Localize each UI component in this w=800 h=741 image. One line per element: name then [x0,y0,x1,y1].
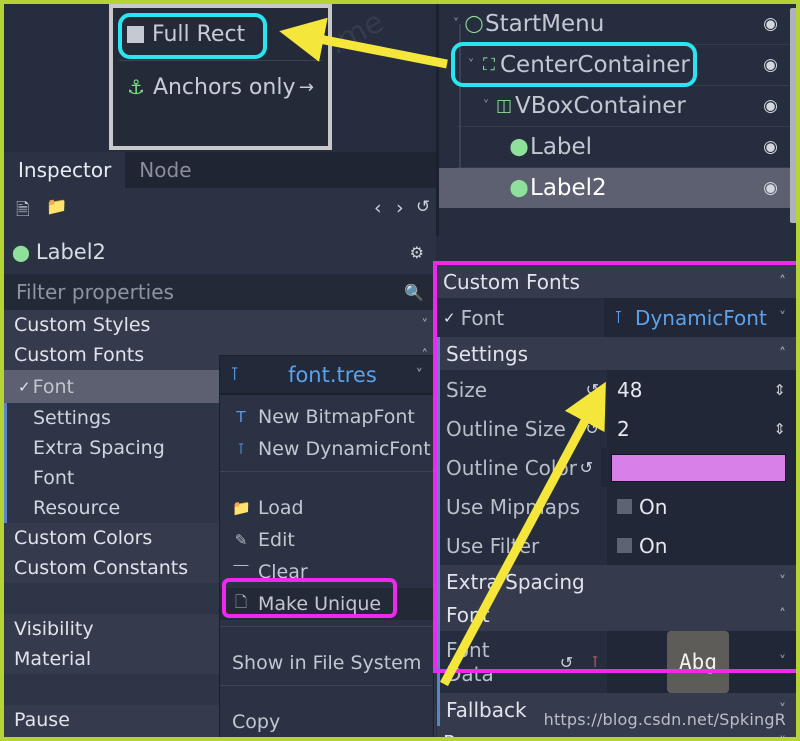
scene-tree-item-label[interactable]: ⬤ Label ◉ [439,127,796,167]
menu-item-new-bitmapfont[interactable]: T New BitmapFont [220,401,433,433]
category-label: Visibility [14,618,94,640]
eye-icon[interactable]: ◉ [763,137,778,157]
inspector-category-custom-styles[interactable]: Custom Styles ˅ [4,310,436,340]
new-resource-icon[interactable]: 🗎 [16,197,30,226]
submenu-arrow-icon: → [298,76,314,98]
viewport-area [4,4,109,152]
scene-tree-panel[interactable]: ˅ ◯ StartMenu ◉ ˅ ⛶ CenterContainer ◉ ˅ … [436,4,796,236]
scene-tree-item-label: Label2 [530,175,607,201]
bitmapfont-icon: T [236,408,246,426]
menu-separator [220,685,433,686]
menu-item-new-dynamicfont[interactable]: ⊺ New DynamicFont [220,433,433,465]
label-icon: ⬤ [509,137,529,157]
eye-icon[interactable]: ◉ [763,55,778,75]
scene-tree-item-label2[interactable]: ⬤ Label2 ◉ [439,168,796,208]
tools-icon[interactable]: ⚙ [410,243,424,262]
chevron-right-icon[interactable]: › [396,197,404,219]
inspector-prop-label: Font [32,375,74,398]
edit-icon: ✎ [234,531,248,549]
dynamicfont-icon: ⊺ [230,364,240,385]
dynamicfont-icon: ⊺ [237,440,245,458]
menu-item-edit[interactable]: ✎ Edit [220,524,433,556]
credit-watermark: https://blog.csdn.net/SpkingR [543,710,786,729]
highlight-box-centercontainer [451,42,697,87]
inspector-tabbar[interactable]: Inspector Node [4,152,436,188]
checkbox-checked-icon[interactable]: ✓ [18,378,31,396]
category-label: Material [14,648,92,670]
font-resource-dropdown[interactable]: ⊺ font.tres ˅ [219,355,434,394]
chevron-down-icon: ˅ [779,735,786,738]
menu-item-label: Show in File System [232,652,422,674]
eye-icon[interactable]: ◉ [763,96,778,116]
scene-tree-scrollbar[interactable] [790,8,796,223]
expander-icon[interactable]: ˅ [479,99,493,114]
highlight-box-full-rect [118,13,267,59]
layout-menu-item-anchors-only[interactable]: ⚓ Anchors only → [113,61,328,113]
menu-item-label: Load [258,497,304,519]
menu-separator [220,471,433,472]
scene-tree-item-startmenu[interactable]: ˅ ◯ StartMenu ◉ [439,4,796,44]
label-icon: ⬤ [509,178,529,198]
chevron-left-icon[interactable]: ‹ [374,197,382,219]
eye-icon[interactable]: ◉ [763,178,778,198]
inspector-node-name: Label2 [35,240,106,264]
highlight-box-custom-fonts [433,261,796,673]
vboxcontainer-icon: ◫ [495,96,513,116]
highlight-box-make-unique [222,578,397,618]
resource-label: Resource [443,731,535,738]
anchor-icon: ⚓ [127,75,145,99]
scene-tree-item-vboxcontainer[interactable]: ˅ ◫ VBoxContainer ◉ [439,86,796,126]
layout-menu-item-label: Anchors only [152,74,296,100]
tab-inspector[interactable]: Inspector [4,152,126,188]
category-label: Custom Colors [14,527,153,549]
menu-item-label: New BitmapFont [258,406,415,428]
menu-gap [220,478,433,492]
menu-item-label: Copy [232,711,281,733]
folder-icon: 📁 [232,499,251,517]
menu-gap [220,633,433,647]
label-icon: ⬤ [12,242,30,262]
category-label: Custom Fonts [14,344,145,366]
category-label: Custom Constants [14,557,189,579]
filter-placeholder: Filter properties [16,280,174,304]
scene-tree-item-label: VBoxContainer [515,93,686,119]
expander-icon[interactable]: ˅ [449,17,463,32]
history-icon[interactable]: ↺ [416,197,430,217]
menu-item-label: New DynamicFont [258,438,431,460]
scene-tree-item-label: StartMenu [485,11,605,37]
category-label: Pause [14,709,70,731]
menu-item-label: Edit [258,529,295,551]
inspector-toolbar[interactable]: 🗎 📁 ‹ › ↺ [4,188,436,230]
eye-icon[interactable]: ◉ [763,14,778,34]
font-resource-value: font.tres [288,362,377,387]
node2d-icon: ◯ [464,14,484,34]
menu-gap [220,692,433,706]
search-icon: 🔍 [404,282,424,302]
menu-separator [220,626,433,627]
menu-item-show-in-file-system[interactable]: Show in File System [220,647,433,679]
filter-properties-input[interactable]: Filter properties 🔍 [4,274,436,310]
menu-item-load[interactable]: 📁 Load [220,492,433,524]
folder-open-icon[interactable]: 📁 [46,197,67,217]
fallback-label: Fallback [446,697,527,722]
category-label: Custom Styles [14,314,151,336]
tab-node[interactable]: Node [125,152,205,188]
chevron-down-icon: ˅ [415,365,424,384]
inspector-node-header: ⬤ Label2 ⚙ [4,230,436,274]
godot-editor-screenshot: liuqingwen.me liuqingwen.me liuqingwen.m… [0,0,800,741]
scene-tree-item-label: Label [530,134,593,160]
resource-context-menu[interactable]: T New BitmapFont ⊺ New DynamicFont 📁 Loa… [219,394,434,737]
menu-item-copy[interactable]: Copy [220,706,433,737]
